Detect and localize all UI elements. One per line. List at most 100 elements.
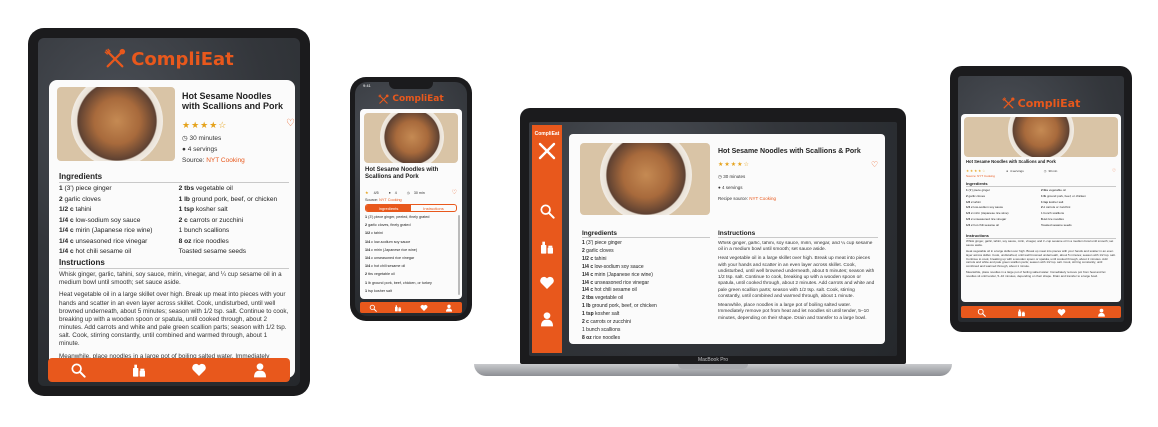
ingredient-item: 1/2 c tahini [582, 256, 606, 262]
instructions-heading: Instructions [966, 233, 1116, 239]
ingredient-name: Toasted sesame seeds [1041, 222, 1072, 227]
pantry-icon[interactable] [1017, 308, 1026, 317]
laptop-lid: CompliEat Hot Sesame Noodles with Scalli… [520, 108, 906, 364]
search-icon[interactable] [369, 304, 377, 312]
time-value: 30 min [1048, 169, 1058, 173]
source-link[interactable]: NYT Cooking [379, 198, 402, 202]
tablet-large-screen: CompliEat Hot Sesame Noodles with Scalli… [38, 38, 300, 386]
ingredient-qty: 1/2 c [59, 206, 74, 213]
pantry-icon[interactable] [394, 304, 402, 312]
pantry-icon[interactable] [131, 362, 147, 378]
favorite-heart-icon[interactable]: ♡ [452, 189, 457, 196]
instruction-step: Heat vegetable oil in a large skillet ov… [59, 291, 289, 348]
rating-text: 4/5 [373, 190, 379, 195]
recipe-tabs: Ingredients Instructions [365, 204, 457, 212]
favorites-heart-icon[interactable] [191, 362, 207, 378]
brand-name: CompliEat [392, 94, 444, 104]
brand-name[interactable]: CompliEat [532, 131, 562, 137]
ingredient-name: c hot chili sesame oil [370, 264, 406, 269]
instructions-heading: Instructions [59, 258, 289, 269]
search-icon[interactable] [539, 203, 555, 219]
ingredient-name: low-sodium soy sauce [73, 216, 141, 224]
recipe-photo [364, 113, 458, 163]
ingredient-item: 2 garlic cloves [966, 194, 985, 198]
favorites-heart-icon[interactable] [1057, 308, 1066, 317]
ingredient-name: rice noodles [591, 334, 621, 341]
ingredient-name: carrots or zucchini [187, 216, 244, 224]
tab-instructions[interactable]: Instructions [411, 205, 456, 211]
rating-stars[interactable]: ★★★★☆ [966, 169, 986, 173]
ingredient-name: vegetable oil [193, 185, 233, 192]
app-logo[interactable]: CompliEat [355, 92, 467, 106]
crossed-fork-spoon-icon [538, 142, 556, 160]
instruction-step: Whisk ginger, garlic, tahini, soy sauce,… [718, 241, 873, 253]
ingredient-item: 2 garlic cloves, finely grated [365, 223, 411, 227]
ingredient-item: 1/4 c hot chili sesame oil [966, 223, 999, 227]
tab-ingredients[interactable]: Ingredients [366, 205, 411, 211]
ingredient-item: 2 tbs vegetable oil [179, 185, 233, 192]
favorite-heart-icon[interactable]: ♡ [286, 118, 295, 129]
search-icon[interactable] [977, 308, 986, 317]
ingredient-qty: 1/2 c [582, 255, 594, 262]
profile-icon[interactable] [252, 362, 268, 378]
ingredient-qty: 1/4 c [582, 271, 594, 278]
tablet-large-device: CompliEat Hot Sesame Noodles with Scalli… [28, 28, 310, 396]
profile-icon[interactable] [1097, 308, 1106, 317]
time-value: 30 min [413, 190, 425, 195]
favorite-heart-icon[interactable]: ♡ [871, 160, 878, 169]
ingredient-item: 1/4 c low-sodium soy sauce [966, 205, 1003, 209]
ingredient-item: Toasted sesame seeds [179, 248, 246, 255]
ingredient-item: 1/4 c unseasoned rice vinegar [966, 217, 1006, 221]
ingredient-name: garlic cloves, finely grated [367, 223, 411, 228]
ingredient-qty: 2 tbs [178, 185, 194, 192]
ingredient-name: vegetable oil [1048, 188, 1066, 192]
recipe-card: Hot Sesame Noodles with Scallions & Pork… [569, 134, 885, 344]
ingredient-name: 1 bunch scallions [1041, 211, 1065, 216]
laptop-model-label: MacBook Pro [697, 357, 728, 363]
recipe-source: Source: NYT Cooking [365, 198, 402, 202]
clock-icon: ◷ [406, 190, 410, 195]
ingredient-item: 2 c carrots or zucchini [179, 217, 244, 224]
ingredient-name: mirin (Japanese rice wine) [593, 271, 653, 278]
recipe-source: Source: NYT Cooking [966, 174, 995, 178]
ingredient-item: 1/4 c mirin (Japanese rice wine) [966, 211, 1009, 215]
ingredient-name: carrots or zucchini [588, 319, 631, 325]
ingredient-qty: 2 tbs [582, 295, 594, 302]
servings-value: 4 servings [721, 185, 743, 190]
ingredient-name: c mirin (Japanese rice wine) [370, 247, 418, 252]
recipe-photo [964, 117, 1118, 157]
rating-stars[interactable]: ★★★★☆ [182, 120, 227, 131]
ingredient-name: carrots or zucchini [1045, 205, 1071, 210]
quick-meta-row: ★ 4/5 ● 4 ◷ 30 min ♡ [365, 189, 457, 196]
source-link[interactable]: NYT Cooking [749, 196, 776, 201]
scrollbar[interactable] [458, 215, 460, 295]
source-label: Recipe source: [718, 196, 749, 201]
source-link[interactable]: NYT Cooking [206, 157, 245, 164]
ingredient-name: rice noodles [191, 237, 229, 245]
ingredient-qty: 8 oz [582, 334, 592, 341]
favorites-heart-icon[interactable] [420, 304, 428, 312]
ingredient-name: tahini [593, 255, 607, 262]
servings-value: 4 servings [187, 146, 218, 153]
ingredient-name: mirin (Japanese rice wine) [972, 211, 1009, 216]
ingredients-heading: Ingredients [966, 181, 1116, 187]
ingredient-item: 1 tsp kosher salt [179, 206, 228, 213]
favorites-heart-icon[interactable] [539, 275, 555, 291]
ingredient-name: ground pork, beef, or chicken [1046, 193, 1086, 198]
favorite-heart-icon[interactable]: ♡ [1112, 168, 1116, 174]
ingredient-name: hot chili sesame oil [73, 248, 132, 255]
search-icon[interactable] [70, 362, 86, 378]
profile-icon[interactable] [539, 311, 555, 327]
recipe-photo [580, 143, 710, 215]
pantry-icon[interactable] [539, 239, 555, 255]
app-logo[interactable]: CompliEat [958, 94, 1124, 112]
instruction-step: Whisk ginger, garlic, tahini, soy sauce,… [59, 271, 282, 287]
app-logo[interactable]: CompliEat [38, 46, 300, 72]
phone-device: 9:41 CompliEat Hot Sesame Noodles with S… [350, 77, 472, 321]
rating-stars[interactable]: ★★★★☆ [718, 161, 750, 168]
status-time: 9:41 [363, 83, 371, 88]
ingredient-qty: 2 c [582, 319, 589, 325]
profile-icon[interactable] [445, 304, 453, 312]
recipe-title: Hot Sesame Noodles with Scallions and Po… [966, 159, 1056, 164]
ingredient-item: 1 (3') piece ginger, peeled, finely grat… [365, 215, 429, 219]
